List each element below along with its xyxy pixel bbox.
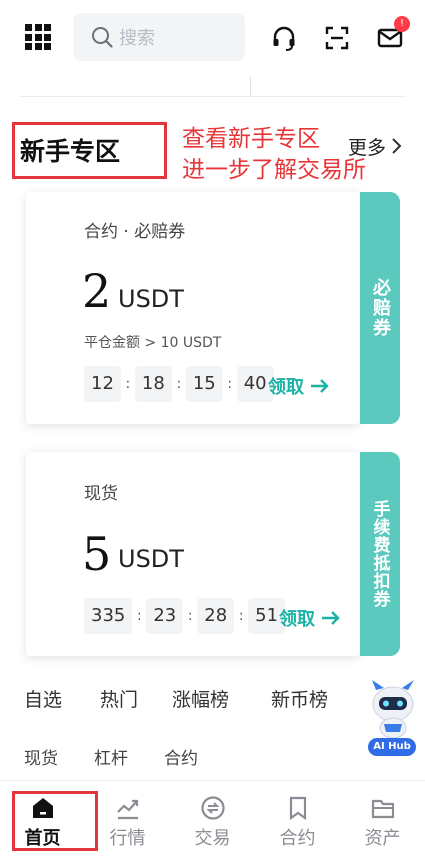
nav-trade[interactable]: 交易 — [170, 781, 255, 858]
timer-seconds: 15 — [185, 366, 223, 402]
robot-mascot-icon — [372, 680, 414, 739]
nav-highlight-box — [12, 791, 98, 851]
nav-label: 合约 — [279, 828, 316, 849]
timer-hours: 12 — [84, 366, 121, 402]
tab-hot[interactable]: 热门 — [100, 685, 138, 712]
apps-grid-icon[interactable] — [25, 24, 51, 50]
coupon-unit: USDT — [118, 545, 184, 573]
coupon-card[interactable]: 现货 5 USDT 335 : 23 : 28 : 51 领取 — [26, 452, 360, 656]
search-input[interactable]: 搜索 — [73, 13, 245, 61]
scan-icon[interactable] — [323, 24, 351, 52]
notification-badge: ! — [394, 16, 410, 32]
claim-button[interactable]: 领取 — [279, 605, 341, 631]
trade-icon — [200, 796, 225, 820]
contract-icon — [289, 796, 306, 821]
card-label: 现货 — [84, 484, 118, 504]
tab-margin[interactable]: 杠杆 — [94, 744, 128, 769]
tab-spot[interactable]: 现货 — [24, 744, 58, 769]
tab-gainers[interactable]: 涨幅榜 — [172, 685, 229, 712]
countdown-timer: 12 : 18 : 15 : 40 — [84, 366, 274, 402]
tab-new-listings[interactable]: 新币榜 — [271, 685, 328, 712]
header-divider-vertical — [250, 76, 251, 96]
claim-button[interactable]: 领取 — [268, 373, 330, 399]
nav-assets[interactable]: 资产 — [340, 781, 425, 858]
countdown-timer: 335 : 23 : 28 : 51 — [84, 598, 286, 634]
more-link[interactable]: 更多 — [348, 133, 386, 160]
tab-futures[interactable]: 合约 — [164, 744, 198, 769]
search-placeholder: 搜索 — [119, 28, 155, 49]
timer-hours: 335 — [84, 598, 133, 634]
coupon-unit: USDT — [118, 285, 184, 313]
timer-seconds: 28 — [197, 598, 235, 634]
timer-minutes: 18 — [134, 366, 172, 402]
ai-hub-button[interactable]: AI Hub — [364, 680, 422, 758]
annotation-line-2: 进一步了解交易所 — [182, 157, 366, 183]
section-title: 新手专区 — [20, 137, 121, 166]
tab-favorites[interactable]: 自选 — [24, 685, 62, 712]
arrow-right-icon — [311, 379, 329, 393]
wallet-icon — [371, 799, 394, 819]
timer-minutes: 23 — [146, 598, 184, 634]
category-tabs: 自选 热门 涨幅榜 新币榜 — [0, 685, 425, 715]
claim-label: 领取 — [268, 377, 304, 398]
nav-label: 资产 — [364, 828, 401, 849]
ai-hub-label: AI Hub — [368, 738, 416, 756]
coupon-amount: 2 — [82, 264, 112, 318]
card-label: 合约 · 必赔券 — [84, 222, 186, 242]
chevron-right-icon[interactable] — [390, 136, 404, 156]
claim-label: 领取 — [279, 609, 315, 630]
header-divider — [20, 96, 406, 97]
market-sub-tabs: 现货 杠杆 合约 — [0, 744, 425, 772]
annotation-line-1: 查看新手专区 — [182, 126, 320, 152]
coupon-tab: 手续费抵扣券 — [360, 452, 400, 656]
chart-icon — [116, 799, 138, 820]
coupon-condition: 平仓金额 > 10 USDT — [84, 335, 222, 351]
messages-button[interactable]: ! — [376, 16, 410, 52]
nav-contract[interactable]: 合约 — [255, 781, 340, 858]
coupon-amount: 5 — [82, 527, 112, 581]
top-header: 搜索 ! — [0, 0, 425, 76]
arrow-right-icon — [322, 611, 340, 625]
coupon-card[interactable]: 合约 · 必赔券 2 USDT 平仓金额 > 10 USDT 12 : 18 :… — [26, 192, 360, 424]
headset-icon[interactable] — [270, 24, 298, 52]
nav-label: 交易 — [194, 828, 231, 849]
search-icon — [92, 27, 113, 48]
coupon-tab: 必赔券 — [360, 192, 400, 424]
